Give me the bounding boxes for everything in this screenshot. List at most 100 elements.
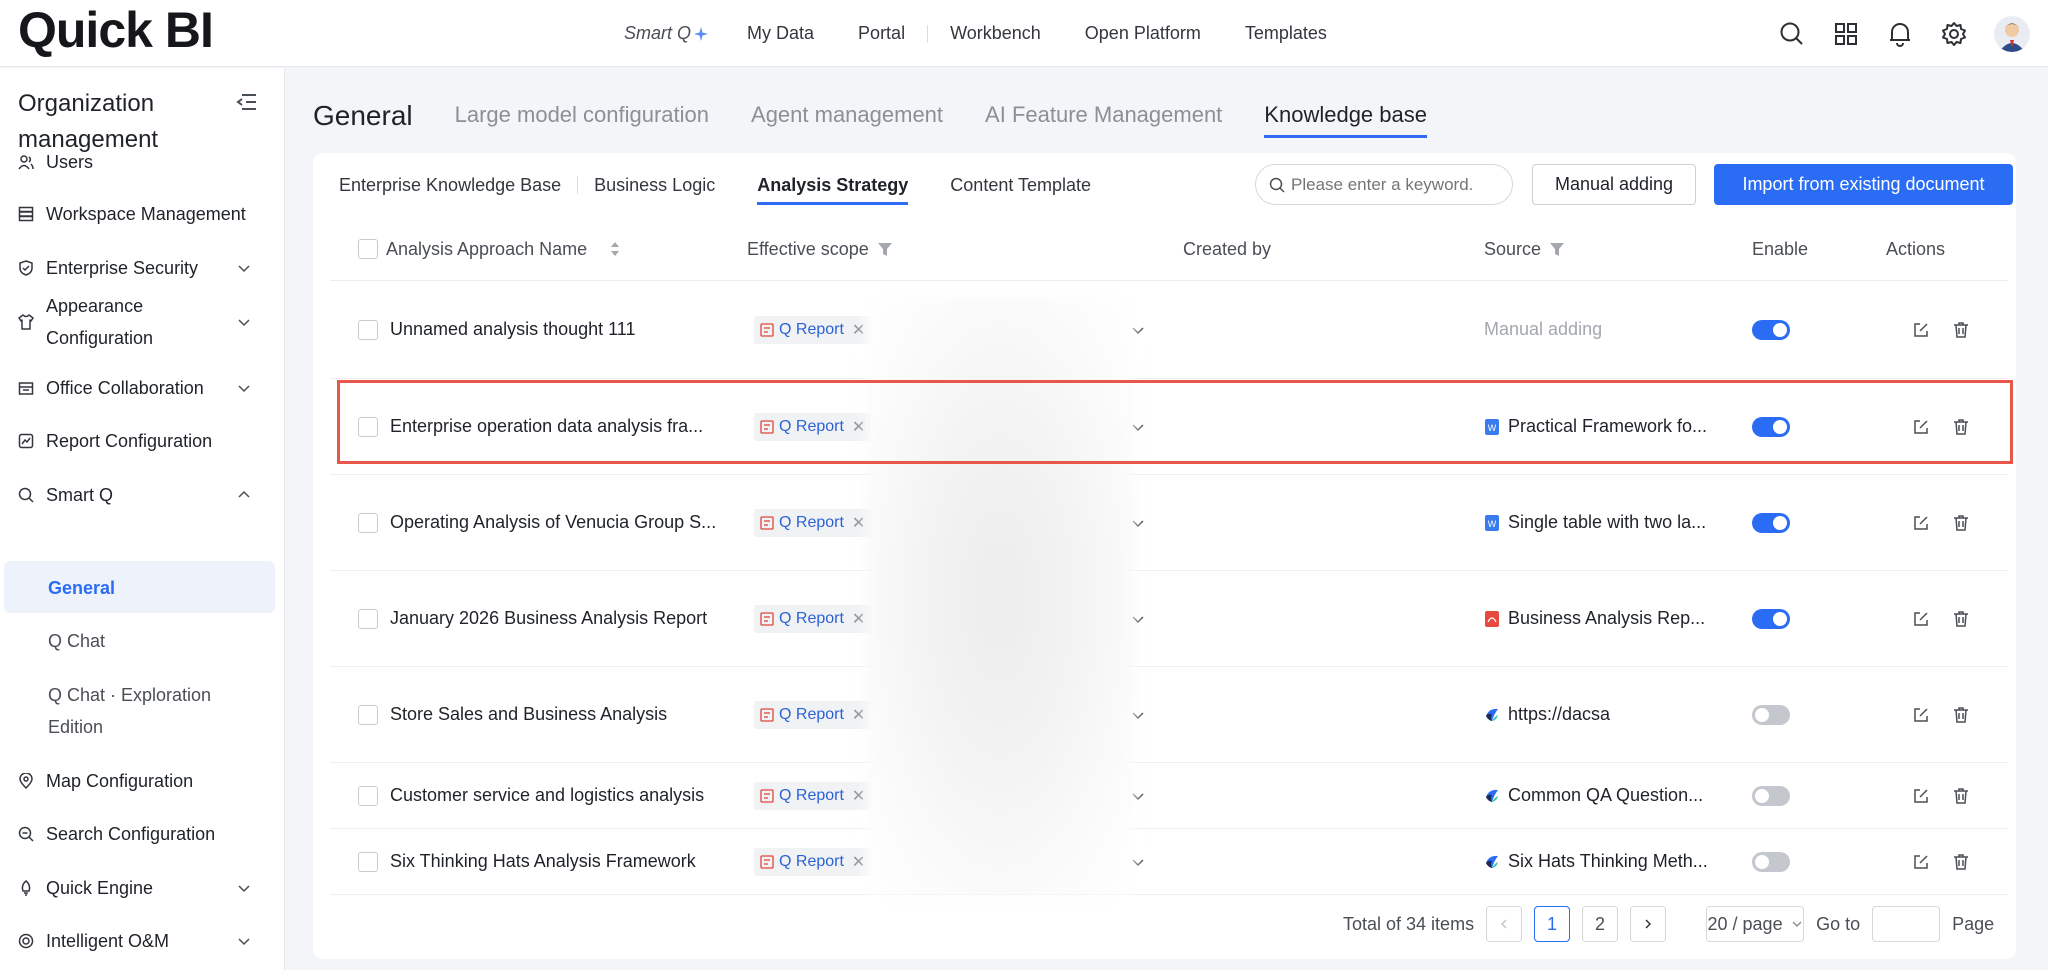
scope-tag-q-report[interactable]: Q Report ✕ <box>754 700 872 729</box>
sort-icon[interactable] <box>609 240 621 258</box>
source-cell[interactable]: Common QA Question... <box>1484 763 1703 828</box>
nav-smart-q[interactable]: Smart Q <box>624 23 709 44</box>
enable-toggle[interactable] <box>1752 785 1790 806</box>
close-icon[interactable]: ✕ <box>852 609 865 629</box>
scope-tag-q-report[interactable]: Q Report ✕ <box>754 847 872 876</box>
keyword-search[interactable] <box>1255 164 1513 205</box>
nav-my-data[interactable]: My Data <box>747 23 814 44</box>
sidebar-subitem-general[interactable]: General <box>48 572 115 604</box>
table-row[interactable]: Enterprise operation data analysis fra..… <box>330 379 2008 475</box>
table-row[interactable]: January 2026 Business Analysis Report Q R… <box>330 571 2008 667</box>
scope-tag-q-report[interactable]: Q Report ✕ <box>754 412 872 441</box>
sidebar-item-map-configuration[interactable]: Map Configuration <box>18 761 272 801</box>
close-icon[interactable]: ✕ <box>852 705 865 725</box>
tab-general[interactable]: General <box>313 100 413 138</box>
sidebar-item-office-collaboration[interactable]: Office Collaboration <box>18 368 272 408</box>
page-1-button[interactable]: 1 <box>1534 906 1571 942</box>
source-cell[interactable]: https://dacsa <box>1484 667 1610 762</box>
page-size-select[interactable]: 20 / page <box>1706 906 1805 942</box>
source-cell[interactable]: Six Hats Thinking Meth... <box>1484 829 1708 894</box>
table-row[interactable]: Operating Analysis of Venucia Group S...… <box>330 475 2008 571</box>
apps-grid-icon[interactable] <box>1832 20 1860 48</box>
source-cell[interactable]: W Single table with two la... <box>1484 475 1706 570</box>
delete-icon[interactable] <box>1952 610 1970 628</box>
next-page-button[interactable] <box>1630 906 1667 942</box>
sidebar-item-users[interactable]: Users <box>18 142 272 182</box>
edit-icon[interactable] <box>1912 853 1930 871</box>
avatar[interactable] <box>1994 15 2030 52</box>
nav-open-platform[interactable]: Open Platform <box>1085 23 1201 44</box>
close-icon[interactable]: ✕ <box>852 417 865 437</box>
delete-icon[interactable] <box>1952 706 1970 724</box>
edit-icon[interactable] <box>1912 321 1930 339</box>
sidebar-item-appearance-configuration[interactable]: Appearance Configuration <box>18 290 272 354</box>
sidebar-item-quick-engine[interactable]: Quick Engine <box>18 868 272 908</box>
scope-tag-q-report[interactable]: Q Report ✕ <box>754 604 872 633</box>
enable-toggle[interactable] <box>1752 416 1790 437</box>
delete-icon[interactable] <box>1952 514 1970 532</box>
close-icon[interactable]: ✕ <box>852 786 865 806</box>
tab-agent-management[interactable]: Agent management <box>751 102 943 138</box>
tab-large-model-configuration[interactable]: Large model configuration <box>455 102 709 138</box>
sidebar-item-smart-q[interactable]: Smart Q <box>18 475 272 515</box>
edit-icon[interactable] <box>1912 418 1930 436</box>
source-cell[interactable]: Business Analysis Rep... <box>1484 571 1705 666</box>
subtab-analysis-strategy[interactable]: Analysis Strategy <box>757 153 909 217</box>
sidebar-item-report-configuration[interactable]: Report Configuration <box>18 421 272 461</box>
sidebar-subitem-q-chat-exploration[interactable]: Q Chat · Exploration Edition <box>48 679 248 743</box>
gear-icon[interactable] <box>1940 20 1968 48</box>
delete-icon[interactable] <box>1952 321 1970 339</box>
edit-icon[interactable] <box>1912 514 1930 532</box>
enable-toggle[interactable] <box>1752 704 1790 725</box>
delete-icon[interactable] <box>1952 418 1970 436</box>
enable-toggle[interactable] <box>1752 512 1790 533</box>
edit-icon[interactable] <box>1912 610 1930 628</box>
sidebar-item-enterprise-security[interactable]: Enterprise Security <box>18 248 272 288</box>
sidebar-item-intelligent-om[interactable]: Intelligent O&M <box>18 921 272 961</box>
subtab-content-template[interactable]: Content Template <box>950 153 1091 217</box>
tab-ai-feature-management[interactable]: AI Feature Management <box>985 102 1222 138</box>
goto-page-input[interactable] <box>1872 906 1941 942</box>
scope-tag-q-report[interactable]: Q Report ✕ <box>754 508 872 537</box>
edit-icon[interactable] <box>1912 787 1930 805</box>
search-input[interactable] <box>1291 174 1501 195</box>
close-icon[interactable]: ✕ <box>852 320 865 340</box>
table-row[interactable]: Store Sales and Business Analysis Q Repor… <box>330 667 2008 763</box>
source-cell[interactable]: W Practical Framework fo... <box>1484 379 1707 474</box>
quick-bi-logo[interactable]: Quick BI <box>18 2 214 58</box>
nav-workbench[interactable]: Workbench <box>950 23 1041 44</box>
nav-templates[interactable]: Templates <box>1245 23 1327 44</box>
bell-icon[interactable] <box>1886 20 1914 48</box>
row-checkbox[interactable] <box>358 785 378 806</box>
delete-icon[interactable] <box>1952 787 1970 805</box>
row-checkbox[interactable] <box>358 416 378 437</box>
table-row[interactable]: Six Thinking Hats Analysis Framework Q Re… <box>330 829 2008 895</box>
tab-knowledge-base[interactable]: Knowledge base <box>1264 102 1427 138</box>
row-checkbox[interactable] <box>358 608 378 629</box>
enable-toggle[interactable] <box>1752 319 1790 340</box>
row-checkbox[interactable] <box>358 704 378 725</box>
edit-icon[interactable] <box>1912 706 1930 724</box>
close-icon[interactable]: ✕ <box>852 852 865 872</box>
nav-portal[interactable]: Portal <box>858 23 905 44</box>
page-2-button[interactable]: 2 <box>1582 906 1619 942</box>
table-row[interactable]: Unnamed analysis thought 111Q Report✕Q I… <box>330 281 2008 379</box>
table-row[interactable]: Customer service and logistics analysis Q… <box>330 763 2008 829</box>
sidebar-item-search-configuration[interactable]: Search Configuration <box>18 814 272 854</box>
enable-toggle[interactable] <box>1752 608 1790 629</box>
select-all-checkbox[interactable] <box>358 239 378 259</box>
import-document-button[interactable]: Import from existing document <box>1714 164 2013 205</box>
row-checkbox[interactable] <box>358 319 378 340</box>
sidebar-item-workspace-management[interactable]: Workspace Management <box>18 194 272 234</box>
manual-adding-button[interactable]: Manual adding <box>1532 164 1696 205</box>
row-checkbox[interactable] <box>358 512 378 533</box>
scope-tag-q-report[interactable]: Q Report ✕ <box>754 315 872 344</box>
filter-icon[interactable] <box>1549 241 1565 257</box>
subtab-business-logic[interactable]: Business Logic <box>594 153 715 217</box>
collapse-sidebar-icon[interactable] <box>236 92 258 112</box>
search-icon[interactable] <box>1778 20 1806 48</box>
scope-tag-q-report[interactable]: Q Report ✕ <box>754 781 872 810</box>
delete-icon[interactable] <box>1952 853 1970 871</box>
prev-page-button[interactable] <box>1486 906 1523 942</box>
subtab-enterprise-knowledge-base[interactable]: Enterprise Knowledge Base <box>339 153 561 217</box>
